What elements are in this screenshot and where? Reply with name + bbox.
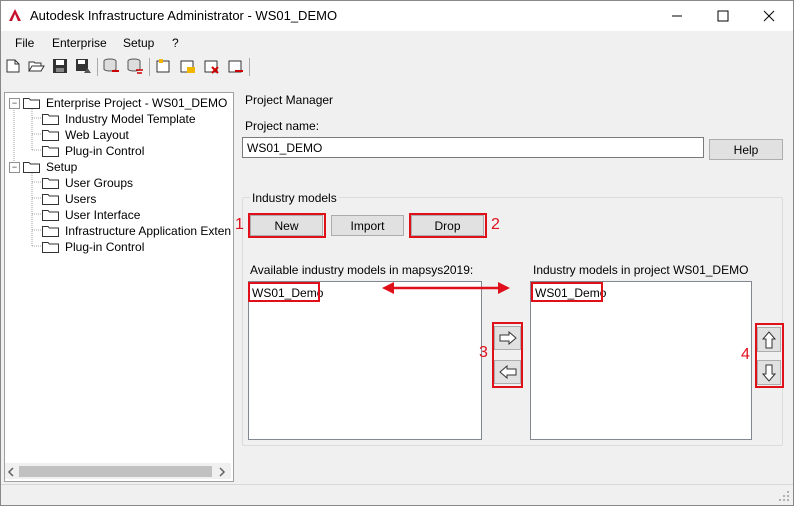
tree-item-user-interface[interactable]: User Interface xyxy=(65,208,140,222)
scrollbar-thumb[interactable] xyxy=(19,466,212,477)
project-name-input[interactable] xyxy=(242,137,704,158)
save-as-icon[interactable] xyxy=(74,57,92,75)
enterprise-remove-icon[interactable] xyxy=(227,57,245,75)
maximize-button[interactable] xyxy=(700,1,746,30)
toolbar-separator xyxy=(97,58,98,76)
close-button[interactable] xyxy=(746,1,792,30)
drop-button-highlight xyxy=(409,213,487,238)
autodesk-logo-icon xyxy=(8,8,22,22)
tree-item-user-groups[interactable]: User Groups xyxy=(65,176,133,190)
status-bar xyxy=(1,484,793,505)
menu-setup[interactable]: Setup xyxy=(123,36,154,50)
tree-item-setup-plugin-control[interactable]: Plug-in Control xyxy=(65,240,144,254)
folder-icon xyxy=(42,114,59,125)
help-button[interactable]: Help xyxy=(709,139,783,160)
menu-bar xyxy=(1,32,793,54)
minimize-button[interactable] xyxy=(654,1,700,30)
annotation-number-1: 1 xyxy=(235,216,244,233)
folder-icon xyxy=(42,130,59,141)
folder-icon xyxy=(42,226,59,237)
move-buttons-highlight xyxy=(492,322,523,388)
tree-item-plugin-control[interactable]: Plug-in Control xyxy=(65,144,144,158)
scroll-right-icon[interactable] xyxy=(218,466,226,480)
project-models-list[interactable] xyxy=(530,281,752,440)
tree-item-setup[interactable]: Setup xyxy=(46,160,77,174)
enterprise-new-icon[interactable] xyxy=(155,57,173,75)
project-name-label: Project name: xyxy=(245,119,320,133)
enterprise-delete-icon[interactable] xyxy=(203,57,221,75)
folder-icon xyxy=(42,178,59,189)
tree-item-enterprise-project[interactable]: Enterprise Project - WS01_DEMO xyxy=(46,96,227,110)
available-models-list[interactable] xyxy=(248,281,482,440)
toolbar-separator xyxy=(149,58,150,76)
project-model-highlight xyxy=(531,282,603,302)
folder-icon xyxy=(42,146,59,157)
tree-item-industry-model-template[interactable]: Industry Model Template xyxy=(65,112,196,126)
save-icon[interactable] xyxy=(51,57,69,75)
annotation-number-2: 2 xyxy=(491,216,500,233)
menu-enterprise[interactable]: Enterprise xyxy=(52,36,107,50)
tree-item-users[interactable]: Users xyxy=(65,192,96,206)
menu-file[interactable]: File xyxy=(15,36,34,50)
folder-icon xyxy=(42,242,59,253)
collapse-enterprise-icon[interactable]: − xyxy=(9,98,20,109)
enterprise-edit-icon[interactable] xyxy=(179,57,197,75)
import-button[interactable]: Import xyxy=(331,215,404,236)
available-models-label: Available industry models in mapsys2019: xyxy=(250,263,474,277)
database-connect-icon[interactable] xyxy=(102,57,120,75)
folder-icon xyxy=(42,194,59,205)
folder-icon xyxy=(42,210,59,221)
project-models-label: Industry models in project WS01_DEMO xyxy=(533,263,749,277)
order-buttons-highlight xyxy=(755,323,784,388)
navigation-tree[interactable]: − Enterprise Project - WS01_DEMO Industr… xyxy=(4,92,234,482)
double-arrow-annotation xyxy=(382,282,510,294)
toolbar-separator xyxy=(249,58,250,76)
available-model-highlight xyxy=(248,282,320,302)
folder-icon xyxy=(23,98,40,109)
database-disconnect-icon[interactable] xyxy=(126,57,144,75)
annotation-number-3: 3 xyxy=(479,344,488,361)
new-file-icon[interactable] xyxy=(4,57,22,75)
collapse-setup-icon[interactable]: − xyxy=(9,162,20,173)
industry-models-group-title: Industry models xyxy=(250,191,339,205)
tree-item-infrastructure-application-extension[interactable]: Infrastructure Application Extension xyxy=(65,224,231,238)
panel-title: Project Manager xyxy=(245,93,334,107)
menu-help[interactable]: ? xyxy=(172,36,179,50)
window-title: Autodesk Infrastructure Administrator - … xyxy=(30,8,338,23)
scroll-left-icon[interactable] xyxy=(7,466,15,480)
resize-grip-icon[interactable] xyxy=(778,490,790,502)
folder-icon xyxy=(23,162,40,173)
new-button-highlight xyxy=(248,213,326,238)
annotation-number-4: 4 xyxy=(741,346,750,363)
open-folder-icon[interactable] xyxy=(27,57,45,75)
tree-item-web-layout[interactable]: Web Layout xyxy=(65,128,129,142)
